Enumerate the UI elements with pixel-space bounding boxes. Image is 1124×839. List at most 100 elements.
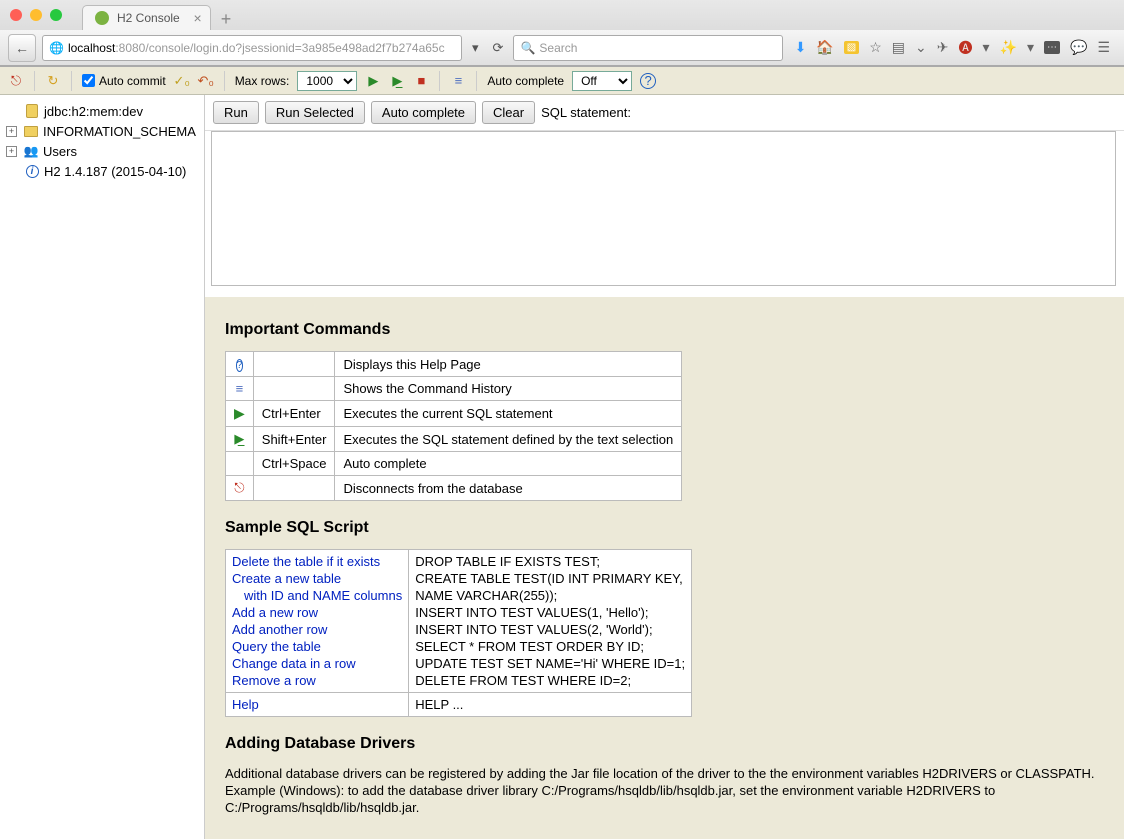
url-port: :8080 [115,41,145,55]
sample-link[interactable]: Add a new row [232,604,402,621]
auto-complete-select[interactable]: Off [572,71,632,91]
command-desc: Executes the current SQL statement [335,401,682,427]
auto-complete-button[interactable]: Auto complete [371,101,476,124]
sample-sql-line: NAME VARCHAR(255)); [415,587,685,604]
send-icon[interactable]: ✈ [937,39,949,56]
search-input[interactable]: 🔍 Search [513,35,782,61]
history-icon[interactable]: ≡ [450,73,466,89]
sample-link[interactable]: with ID and NAME columns [232,587,402,604]
adblock-icon[interactable]: 🅐 [959,38,973,58]
expand-icon[interactable]: + [6,146,17,157]
rss-icon[interactable]: ▧ [844,41,859,54]
sample-script-heading: Sample SQL Script [225,519,1104,537]
run-icon[interactable]: ▶ [365,73,381,89]
globe-icon: 🌐 [49,41,64,55]
pocket-icon[interactable]: ⌄ [915,39,927,56]
command-desc: Executes the SQL statement defined by th… [335,427,682,452]
max-rows-label: Max rows: [235,74,290,88]
download-icon[interactable]: ⬇ [795,39,807,56]
favicon-icon [95,11,109,25]
important-commands-heading: Important Commands [225,321,1104,339]
auto-commit-input[interactable] [82,74,95,87]
commit-icon[interactable]: ✓₀ [174,73,190,89]
expand-icon[interactable]: + [6,126,17,137]
sample-link[interactable]: Remove a row [232,672,402,689]
tree-users[interactable]: + 👥 Users [6,141,198,161]
back-button[interactable]: ← [8,34,36,62]
url-host: localhost [68,41,115,55]
command-desc: Displays this Help Page [335,352,682,377]
db-label: jdbc:h2:mem:dev [44,104,143,119]
disconnect-icon[interactable]: ⎋ [8,73,24,89]
url-input[interactable]: 🌐 localhost:8080/console/login.do?jsessi… [42,35,462,61]
info-icon: i [26,165,39,178]
sample-sql-line: UPDATE TEST SET NAME='Hi' WHERE ID=1; [415,655,685,672]
command-icon: ▶ [226,401,254,427]
sample-link[interactable]: Create a new table [232,570,402,587]
sample-sql-line: SELECT * FROM TEST ORDER BY ID; [415,638,685,655]
sample-link[interactable]: Query the table [232,638,402,655]
refresh-icon[interactable]: ↻ [45,73,61,89]
command-desc: Disconnects from the database [335,476,682,501]
dropdown3-icon[interactable]: ▾ [1027,39,1034,56]
run-selected-icon[interactable]: ▶̲ [389,73,405,89]
max-rows-select[interactable]: 1000 [297,71,357,91]
close-tab-icon[interactable]: × [194,10,202,26]
clear-button[interactable]: Clear [482,101,535,124]
reload-button[interactable]: ⟳ [489,40,508,56]
command-icon: ▶̲ [226,427,254,452]
new-tab-button[interactable]: + [211,9,242,30]
users-label: Users [43,144,77,159]
auto-commit-label: Auto commit [99,74,166,88]
command-shortcut: Ctrl+Space [253,452,335,476]
tree-version[interactable]: i H2 1.4.187 (2015-04-10) [6,161,198,181]
drivers-heading: Adding Database Drivers [225,735,1104,753]
command-shortcut [253,352,335,377]
command-row: ? Displays this Help Page [226,352,682,377]
sample-sql-line: DROP TABLE IF EXISTS TEST; [415,553,685,570]
speech-icon[interactable]: 💬 [1070,39,1087,56]
auto-complete-label: Auto complete [487,74,564,88]
sample-help-link[interactable]: Help [232,696,402,713]
titlebar: H2 Console × + [0,0,1124,30]
window-controls [10,9,62,21]
maximize-window-button[interactable] [50,9,62,21]
command-icon: ? [226,352,254,377]
run-selected-button[interactable]: Run Selected [265,101,365,124]
menu-icon[interactable]: ☰ [1097,39,1110,56]
sample-link[interactable]: Add another row [232,621,402,638]
sample-sql-line: INSERT INTO TEST VALUES(2, 'World'); [415,621,685,638]
reader-icon[interactable]: ▤ [892,39,905,56]
help-icon[interactable]: ? [640,73,656,89]
command-shortcut: Ctrl+Enter [253,401,335,427]
sample-link[interactable]: Delete the table if it exists [232,553,402,570]
sql-textarea[interactable] [211,131,1116,286]
bookmark-icon[interactable]: ☆ [869,39,882,56]
command-row: ▶̲Shift+EnterExecutes the SQL statement … [226,427,682,452]
rollback-icon[interactable]: ↶₀ [198,73,214,89]
home-icon[interactable]: 🏠 [816,39,833,56]
version-label: H2 1.4.187 (2015-04-10) [44,164,186,179]
command-icon: ⎋ [226,476,254,501]
command-desc: Auto complete [335,452,682,476]
command-shortcut: Shift+Enter [253,427,335,452]
close-window-button[interactable] [10,9,22,21]
minimize-window-button[interactable] [30,9,42,21]
tab-strip: H2 Console × + [82,0,241,30]
tree-database[interactable]: jdbc:h2:mem:dev [6,101,198,121]
tree-schema[interactable]: + INFORMATION_SCHEMA [6,121,198,141]
schema-label: INFORMATION_SCHEMA [43,124,196,139]
dropdown2-icon[interactable]: ▾ [983,39,990,56]
run-button[interactable]: Run [213,101,259,124]
chat-icon[interactable]: ⋯ [1044,41,1060,54]
drivers-paragraph: Additional database drivers can be regis… [225,765,1104,816]
command-desc: Shows the Command History [335,377,682,401]
auto-commit-checkbox[interactable]: Auto commit [82,74,166,88]
help-panel: Important Commands ? Displays this Help P… [205,297,1124,839]
wand-icon[interactable]: ✨ [1000,39,1017,56]
sample-link[interactable]: Change data in a row [232,655,402,672]
stop-icon[interactable]: ■ [413,73,429,89]
browser-tab[interactable]: H2 Console × [82,5,211,30]
commands-table: ?Displays this Help Page≡Shows the Comma… [225,351,682,501]
dropdown-icon[interactable]: ▾ [468,40,483,56]
